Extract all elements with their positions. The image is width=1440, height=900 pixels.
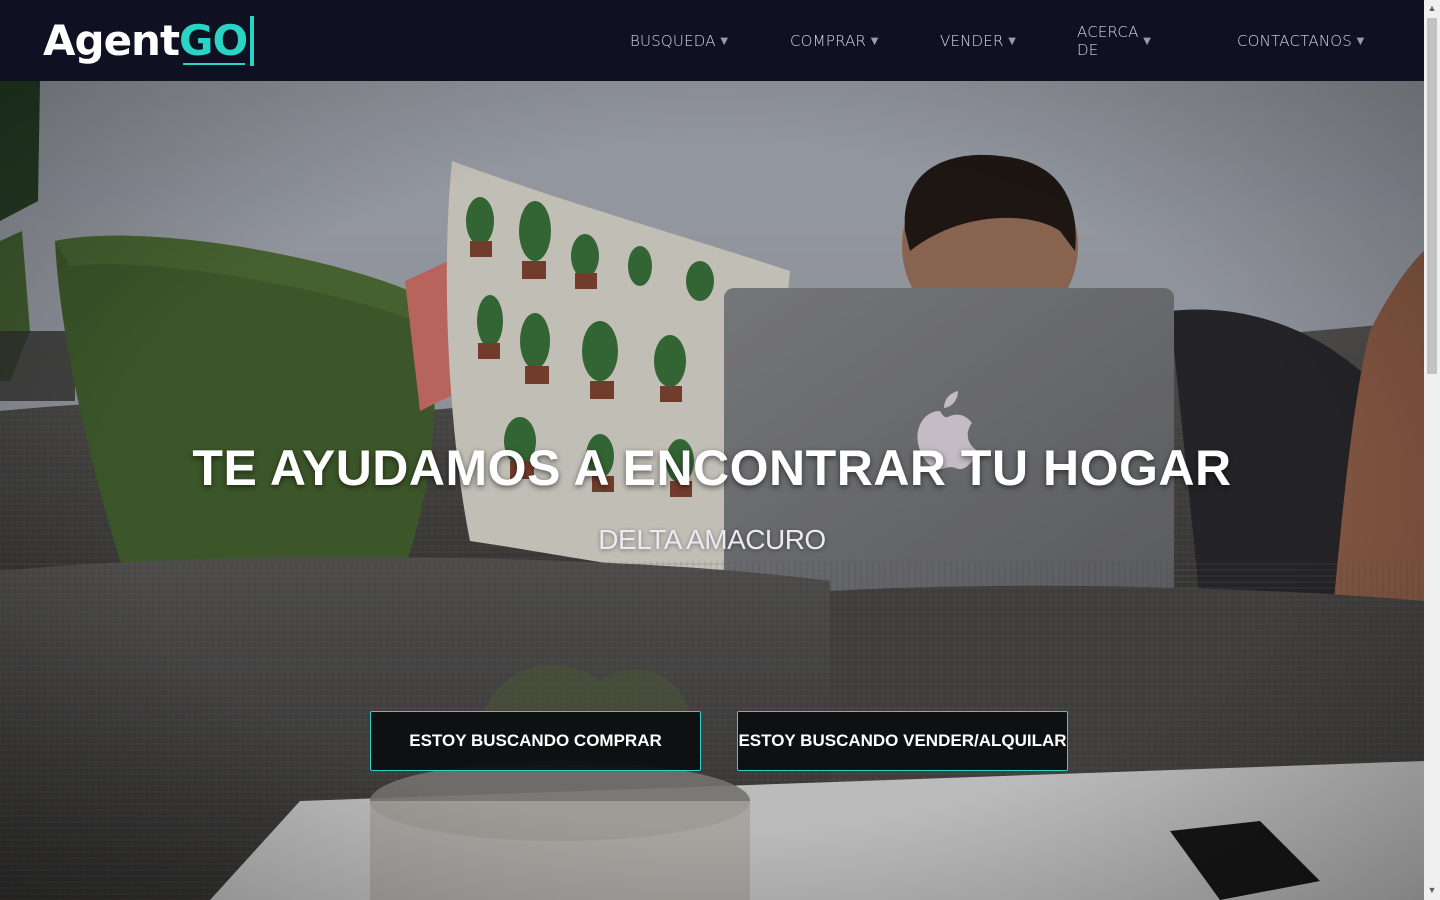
chevron-down-icon: ▼ bbox=[1140, 33, 1154, 49]
nav-item-comprar[interactable]: COMPRAR ▼ bbox=[790, 32, 881, 50]
logo-text-accent: GO bbox=[179, 14, 248, 68]
hero-title: TE AYUDAMOS A ENCONTRAR TU HOGAR bbox=[192, 440, 1232, 496]
chevron-down-icon: ▼ bbox=[868, 33, 882, 49]
chevron-down-icon: ▼ bbox=[717, 33, 731, 49]
nav-item-label: VENDER bbox=[940, 31, 1004, 50]
nav-item-contactanos[interactable]: CONTACTANOS ▼ bbox=[1237, 32, 1367, 50]
vertical-scrollbar[interactable]: ▲ ▼ bbox=[1424, 0, 1440, 900]
top-navbar: Agent GO BUSQUEDA ▼ COMPRAR ▼ VENDER ▼ ACERC… bbox=[0, 0, 1424, 81]
buy-search-button[interactable]: ESTOY BUSCANDO COMPRAR bbox=[370, 711, 701, 771]
logo-cursor-bar bbox=[250, 16, 255, 66]
hero-section: TE AYUDAMOS A ENCONTRAR TU HOGAR DELTA A… bbox=[0, 81, 1424, 900]
chevron-down-icon: ▼ bbox=[1005, 33, 1019, 49]
nav-item-busqueda[interactable]: BUSQUEDA ▼ bbox=[630, 32, 731, 50]
hero-subtitle: DELTA AMACURO bbox=[598, 524, 826, 555]
scrollbar-thumb[interactable] bbox=[1427, 18, 1437, 374]
logo-text-primary: Agent bbox=[43, 16, 180, 65]
nav-item-label: BUSQUEDA bbox=[630, 31, 716, 50]
nav-item-vender[interactable]: VENDER ▼ bbox=[940, 32, 1019, 50]
nav-item-label: COMPRAR bbox=[790, 31, 867, 50]
scroll-down-arrow-icon[interactable]: ▼ bbox=[1424, 882, 1440, 898]
chevron-down-icon: ▼ bbox=[1353, 33, 1368, 49]
agentgo-logo[interactable]: Agent GO bbox=[43, 14, 255, 68]
nav-item-acerca-de[interactable]: ACERCA DE ▼ bbox=[1077, 23, 1154, 59]
scroll-up-arrow-icon[interactable]: ▲ bbox=[1424, 0, 1440, 16]
nav-item-label: ACERCA DE bbox=[1077, 22, 1139, 59]
sell-rent-search-button[interactable]: ESTOY BUSCANDO VENDER/ALQUILAR bbox=[737, 711, 1068, 771]
nav-item-label: CONTACTANOS bbox=[1237, 31, 1352, 50]
